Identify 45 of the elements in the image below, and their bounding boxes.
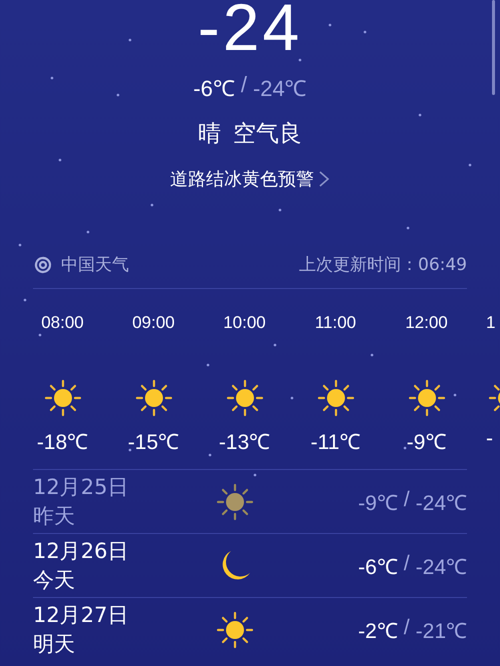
- separator: /: [404, 488, 410, 512]
- current-temperature: -24: [198, 0, 302, 58]
- day-label: 今天: [33, 566, 76, 594]
- hour-temperature: -: [486, 427, 493, 451]
- low-temperature: -24℃: [416, 490, 467, 516]
- low-temperature: -24℃: [416, 554, 467, 580]
- update-time: 上次更新时间：06:49: [299, 254, 467, 276]
- high-temperature: -6℃: [193, 75, 235, 102]
- sun-icon: [316, 379, 354, 417]
- hour-time: 12:00: [405, 313, 448, 333]
- source-name: 中国天气: [61, 254, 129, 276]
- weather-condition: 晴: [198, 120, 221, 149]
- sun-icon: [216, 610, 254, 648]
- hour-time: 11:00: [314, 313, 356, 333]
- weather-alert-link[interactable]: 道路结冰黄色预警: [170, 167, 330, 191]
- hour-time: 1: [486, 313, 496, 333]
- separator: /: [404, 616, 410, 640]
- day-date: 12月26日: [33, 538, 130, 564]
- separator: /: [240, 72, 247, 99]
- hour-temperature: -18℃: [36, 430, 88, 455]
- hour-temperature: -9℃: [406, 430, 446, 455]
- separator: /: [404, 552, 410, 576]
- sun-icon: [226, 379, 264, 417]
- high-temperature: -2℃: [358, 618, 398, 644]
- scrollbar[interactable]: [492, 0, 495, 95]
- high-temperature: -9℃: [358, 490, 398, 516]
- day-date: 12月25日: [33, 474, 130, 500]
- hour-temperature: -11℃: [310, 430, 360, 455]
- hour-temperature: -13℃: [218, 430, 270, 455]
- chevron-right-icon: [318, 170, 330, 188]
- low-temperature: -24℃: [252, 75, 307, 102]
- day-label: 明天: [33, 630, 76, 658]
- sun-icon: [134, 379, 172, 417]
- high-temperature: -6℃: [358, 554, 398, 580]
- low-temperature: -21℃: [416, 618, 467, 644]
- air-quality: 空气良: [233, 120, 302, 149]
- hour-temperature: -15℃: [128, 430, 180, 455]
- day-label: 昨天: [33, 502, 76, 530]
- hour-time: 10:00: [223, 313, 266, 333]
- sun-icon: [216, 482, 254, 520]
- hour-time: 08:00: [41, 313, 84, 333]
- day-date: 12月27日: [33, 602, 130, 628]
- sun-icon: [408, 379, 446, 417]
- hour-time: 09:00: [132, 313, 175, 333]
- sun-icon: [44, 379, 82, 417]
